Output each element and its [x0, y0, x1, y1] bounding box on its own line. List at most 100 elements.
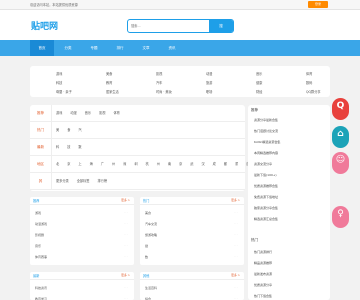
nav-item[interactable]: 分类 [56, 40, 80, 56]
nav-item[interactable]: 专题 [82, 40, 106, 56]
search-button[interactable]: 搜 [209, 20, 233, 32]
card-item[interactable]: 健 [145, 244, 148, 248]
side-link[interactable]: 优质资源分享 [254, 283, 272, 287]
tag-link[interactable]: 更多分类 [56, 179, 69, 183]
card-item[interactable]: 生活百科 [145, 286, 157, 290]
category-link[interactable]: 旅游 [206, 80, 212, 85]
login-button[interactable]: 登录 [308, 1, 328, 8]
top-bar: 欢迎访问本站，本站提供优质资源 登录 [0, 0, 360, 10]
tag-link[interactable]: 游戏 [56, 111, 62, 115]
tag-link[interactable]: 京 [179, 162, 182, 166]
tag-link[interactable]: 成 [213, 162, 216, 166]
category-link[interactable]: QQ群分享 [306, 89, 321, 94]
side-link[interactable]: 优质资源推荐合集 [254, 184, 278, 188]
tag-link[interactable]: 动漫 [70, 111, 76, 115]
tag-link[interactable]: 海 [90, 162, 93, 166]
category-link[interactable]: 职场 [206, 89, 212, 94]
card-more-link[interactable]: 更多 > [121, 273, 130, 277]
category-link[interactable]: 汽车 [156, 80, 162, 85]
tag-link[interactable]: 都 [224, 162, 227, 166]
tag-link[interactable]: 京 [67, 162, 70, 166]
card-item[interactable]: 数 [145, 255, 148, 259]
category-link[interactable]: 影视 [156, 71, 162, 76]
tag-link[interactable]: 上 [78, 162, 81, 166]
side-link[interactable]: 精品资源推荐 [254, 261, 272, 265]
card-more-link[interactable]: 更多 > [231, 198, 240, 202]
tag-link[interactable]: 技 [67, 145, 70, 149]
tag-link[interactable]: 重 [235, 162, 238, 166]
category-link[interactable]: 体育 [306, 71, 312, 76]
side-link[interactable]: 精选资源汇总合集 [254, 217, 278, 221]
tag-link[interactable]: 圳 [134, 162, 137, 166]
tag-link[interactable]: 数 [78, 145, 81, 149]
card-item[interactable]: 影视剧 [35, 233, 44, 237]
category-link[interactable]: 动漫 [206, 71, 212, 76]
tag-link[interactable]: 影视 [99, 111, 105, 115]
tag-link[interactable]: 州 [157, 162, 160, 166]
card-item[interactable]: 音乐 [35, 244, 41, 248]
tag-link[interactable]: 全部标签 [77, 179, 90, 183]
float-button[interactable]: Q [332, 98, 349, 120]
category-link[interactable]: 时尚 · 美妆 [156, 89, 172, 94]
card-more-link[interactable]: 更多 > [121, 198, 130, 202]
side-link[interactable]: 资源分享最新合集 [254, 118, 278, 122]
tag-link[interactable]: 美 [56, 128, 59, 132]
tag-link[interactable]: 广 [101, 162, 104, 166]
nav-item[interactable]: 文章 [134, 40, 158, 56]
side-link[interactable]: 独家资源分享合集 [254, 206, 278, 210]
tag-link[interactable]: 汉 [201, 162, 204, 166]
card-more-link[interactable]: 更多 > [231, 273, 240, 277]
card-item-meta: · · · [233, 222, 238, 225]
side-link[interactable]: Kotlin精选资源合集 [254, 140, 280, 144]
card-item[interactable]: 动漫游戏 [35, 222, 47, 226]
search-input[interactable] [128, 20, 210, 32]
category-link[interactable]: 游戏 [56, 71, 62, 76]
tag-link[interactable]: 北 [56, 162, 59, 166]
category-link[interactable]: 居家生活 [106, 89, 119, 94]
nav-item[interactable]: 排行 [108, 40, 132, 56]
tag-link[interactable]: 南 [168, 162, 171, 166]
nav-item[interactable]: 资讯 [160, 40, 184, 56]
side-link[interactable]: 最新发布资源 [254, 272, 272, 276]
card-item[interactable]: 美食 [145, 211, 151, 215]
side-link[interactable]: 免费资源下载地址 [254, 195, 278, 199]
tag-link[interactable]: 科 [56, 145, 59, 149]
card-item[interactable]: 游戏 [35, 211, 41, 215]
side-link[interactable]: 热门下载合集 [254, 294, 272, 298]
category-link[interactable]: 健康 [256, 80, 262, 85]
card-item-meta: · · · [123, 244, 128, 247]
tag-link[interactable]: 体育 [114, 111, 120, 115]
tag-link[interactable]: 武 [190, 162, 193, 166]
category-link[interactable]: 财经 [256, 89, 262, 94]
side-link[interactable]: 最新下载(100+) [254, 173, 277, 177]
card-item[interactable]: 科技资讯 [35, 286, 47, 290]
tag-link[interactable]: 音乐 [85, 111, 91, 115]
category-link[interactable]: 母婴 · 亲子 [56, 89, 72, 94]
tag-link[interactable]: 州 [112, 162, 115, 166]
category-link[interactable]: 音乐 [256, 71, 262, 76]
tag-row: 地区北京上海广州深圳杭州南京武汉成都重庆西安天津长 [30, 156, 305, 173]
tag-link[interactable]: 深 [123, 162, 126, 166]
side-link[interactable]: 热门资源排行 [254, 250, 272, 254]
tag-link[interactable]: 食 [67, 128, 70, 132]
float-button[interactable]: ☺ [332, 152, 349, 174]
side-link[interactable]: 资源交流分享 [254, 162, 272, 166]
tag-link[interactable]: 汽 [78, 128, 81, 132]
card-item[interactable]: 旅游攻略 [145, 233, 157, 237]
float-button[interactable]: ⌂ [332, 126, 349, 148]
category-link[interactable]: 数码 [306, 80, 312, 85]
float-button[interactable]: ♀ [332, 206, 349, 228]
card-item[interactable]: 汽车交流 [145, 222, 157, 226]
side-link[interactable]: 热门话题讨论交流 [254, 129, 278, 133]
header: 贴吧网 搜 [0, 10, 360, 40]
category-link[interactable]: 科技 [56, 80, 62, 85]
category-link[interactable]: 美食 [106, 71, 112, 76]
card-item-meta: · · · [233, 211, 238, 214]
site-logo[interactable]: 贴吧网 [31, 19, 58, 32]
side-link[interactable]: 本周精选推荐内容 [254, 151, 278, 155]
tag-link[interactable]: 杭 [146, 162, 149, 166]
category-link[interactable]: 教育 [106, 80, 112, 85]
card-item[interactable]: 体育赛事 [35, 255, 47, 259]
tag-link[interactable]: 排行榜 [98, 179, 108, 183]
nav-item[interactable]: 首页 [30, 40, 54, 56]
